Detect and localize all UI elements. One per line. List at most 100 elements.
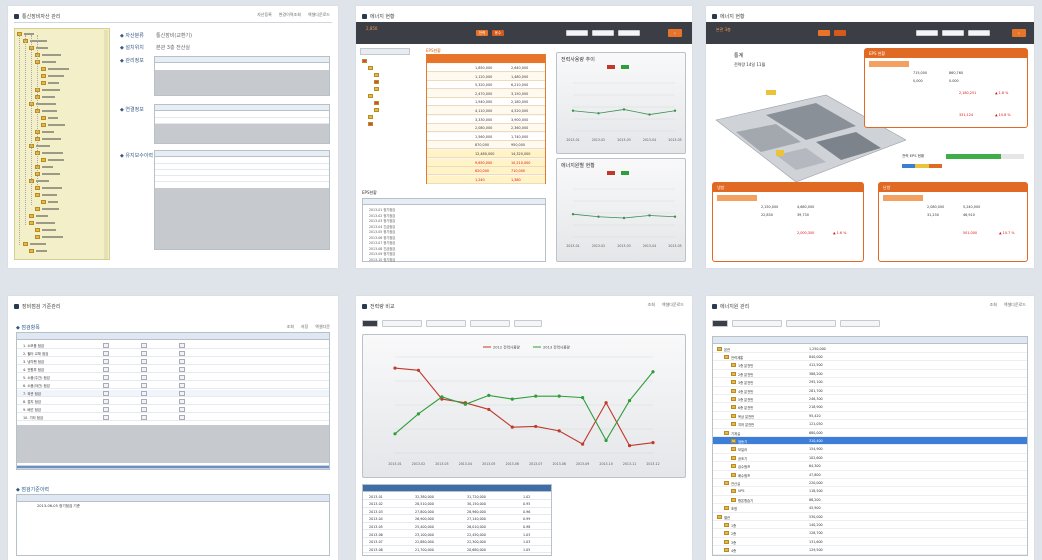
table-row[interactable]: 5층 분전반 246,300 xyxy=(713,395,1027,404)
eps-row[interactable]: 2,080,000 2,360,000 xyxy=(427,124,545,133)
dropdown-icon[interactable] xyxy=(141,351,147,356)
dropdown-icon[interactable] xyxy=(141,415,147,420)
table-row[interactable]: 6. 소음(야간) 점검 xyxy=(17,382,329,389)
link-excel[interactable]: 엑셀다운로드 xyxy=(1004,302,1026,308)
tree-node[interactable]: 2층 xyxy=(724,531,736,536)
table-row[interactable]: 6층 분전반 218,900 xyxy=(713,404,1027,412)
tree-node[interactable] xyxy=(35,87,60,92)
table-row[interactable]: 별관 530,000 xyxy=(713,513,1027,521)
list-row[interactable]: 2013-02 정기점검 xyxy=(369,213,395,218)
grid-row[interactable] xyxy=(155,117,329,118)
tree-node[interactable] xyxy=(29,213,48,218)
tree-node[interactable]: UPS xyxy=(731,489,745,494)
date-to[interactable] xyxy=(592,30,614,36)
tree-node[interactable] xyxy=(23,38,47,43)
period-select[interactable] xyxy=(618,30,640,36)
tree-node[interactable] xyxy=(374,100,379,105)
tree-node[interactable]: 지하 분전반 xyxy=(731,422,754,427)
dropdown-icon[interactable] xyxy=(141,391,147,396)
table-row[interactable]: 2013-05 25,400,000 26,010,000 0.98 xyxy=(363,523,551,531)
tree-node[interactable] xyxy=(29,220,55,225)
list-row[interactable]: 2013-06 정기점검 xyxy=(369,235,395,240)
dropdown-icon[interactable] xyxy=(103,415,109,420)
category-select[interactable] xyxy=(470,320,510,327)
list-row[interactable]: 2013-03 정기점검 xyxy=(369,218,395,223)
link-excel[interactable]: 엑셀다운로드 xyxy=(662,302,684,308)
dropdown-icon[interactable] xyxy=(179,343,185,348)
dropdown-icon[interactable] xyxy=(141,383,147,388)
tree-node[interactable]: 3층 분전반 xyxy=(731,380,753,385)
tree-node[interactable] xyxy=(362,58,367,63)
eps-row[interactable]: 1,560,000 1,740,000 xyxy=(427,132,545,141)
eps-row[interactable]: 12,480,000 14,320,000 xyxy=(427,150,545,158)
period-select[interactable] xyxy=(968,30,990,36)
tree-node[interactable] xyxy=(368,65,373,70)
dropdown-icon[interactable] xyxy=(141,407,147,412)
table-row[interactable]: 4. 전원부 점검 xyxy=(17,366,329,373)
table-row[interactable]: 기계실 680,000 xyxy=(713,429,1027,437)
eps-row[interactable]: 620,000 710,000 xyxy=(427,167,545,176)
tree-node[interactable] xyxy=(35,192,57,197)
dropdown-icon[interactable] xyxy=(141,359,147,364)
eps-row[interactable]: 3,330,000 3,900,000 xyxy=(427,115,545,124)
dropdown-icon[interactable] xyxy=(179,391,185,396)
link-excel[interactable]: 엑셀다운 xyxy=(315,324,330,330)
dropdown-icon[interactable] xyxy=(141,367,147,372)
tree-node[interactable] xyxy=(35,185,62,190)
link-excel[interactable]: 엑셀다운로드 xyxy=(308,12,330,18)
period-from[interactable] xyxy=(382,320,422,327)
tree-node[interactable] xyxy=(41,80,59,85)
table-row[interactable]: 4층 분전반 281,700 xyxy=(713,387,1027,395)
dropdown-icon[interactable] xyxy=(103,367,109,372)
dropdown-icon[interactable] xyxy=(179,375,185,380)
tree-node[interactable]: 4층 xyxy=(724,548,736,553)
eps-row[interactable]: 9,650,000 10,210,000 xyxy=(427,158,545,167)
tree-node[interactable]: 4층 분전반 xyxy=(731,388,753,394)
tree-node[interactable]: 5층 분전반 xyxy=(731,396,753,402)
table-row[interactable]: 4층 129,500 xyxy=(713,547,1027,555)
table-row[interactable]: 2013-06 23,100,000 22,450,000 1.03 xyxy=(363,531,551,538)
dropdown-icon[interactable] xyxy=(103,407,109,412)
table-row[interactable]: 공조기 102,600 xyxy=(713,454,1027,463)
tree-node[interactable] xyxy=(374,86,379,91)
tree-node[interactable]: 3층 xyxy=(724,539,736,545)
link-search[interactable]: 조회 xyxy=(648,302,655,308)
tree-node[interactable] xyxy=(29,248,47,253)
tree-node[interactable] xyxy=(41,66,69,71)
table-row[interactable]: 지하 분전반 121,050 xyxy=(713,421,1027,429)
table-row[interactable]: 2013-01 32,380,000 31,720,000 1.02 xyxy=(363,493,551,500)
table-row[interactable]: 옥상 분전반 95,420 xyxy=(713,412,1027,421)
tree-scrollbar[interactable] xyxy=(104,30,108,259)
dropdown-icon[interactable] xyxy=(103,375,109,380)
dropdown-icon[interactable] xyxy=(179,359,185,364)
table-row[interactable]: 3층 131,600 xyxy=(713,538,1027,547)
search-button[interactable]: ⌕ xyxy=(668,29,682,37)
tree-node[interactable] xyxy=(35,234,63,239)
chip-water[interactable] xyxy=(834,30,846,36)
tree-node[interactable] xyxy=(23,241,46,246)
eps-row[interactable]: 1,850,000 2,640,000 xyxy=(427,64,545,72)
tree-node[interactable]: 냉동기 xyxy=(731,438,747,444)
tree-node[interactable]: 별관 xyxy=(717,514,730,520)
search-button[interactable] xyxy=(362,320,378,327)
tree-node[interactable] xyxy=(41,73,64,78)
tree-node[interactable]: 보일러 xyxy=(731,447,747,452)
table-row[interactable]: 배수펌프 47,800 xyxy=(713,471,1027,479)
tree-node[interactable] xyxy=(35,52,61,57)
table-row[interactable]: 3층 분전반 295,100 xyxy=(713,379,1027,387)
tree-node[interactable]: 6층 분전반 xyxy=(731,405,753,410)
eps-row[interactable]: 1,240 1,380 xyxy=(427,175,545,184)
dropdown-icon[interactable] xyxy=(179,351,185,356)
table-row[interactable]: 2013-02 28,510,000 30,150,000 0.95 xyxy=(363,501,551,508)
tree-node[interactable] xyxy=(41,122,65,127)
tree-node[interactable]: 본관 xyxy=(717,346,730,352)
link-search[interactable]: 조회 xyxy=(287,324,294,330)
search-button[interactable]: ⌕ xyxy=(1012,29,1026,37)
tree-node[interactable]: 옥상 분전반 xyxy=(731,413,754,419)
link-save[interactable]: 저장 xyxy=(301,324,308,330)
dropdown-icon[interactable] xyxy=(179,407,185,412)
link-history[interactable]: 변경이력조회 xyxy=(279,12,301,18)
dropdown-icon[interactable] xyxy=(179,383,185,388)
table-row[interactable]: 9. 배선 점검 xyxy=(17,406,329,413)
tree-node[interactable] xyxy=(374,107,379,112)
